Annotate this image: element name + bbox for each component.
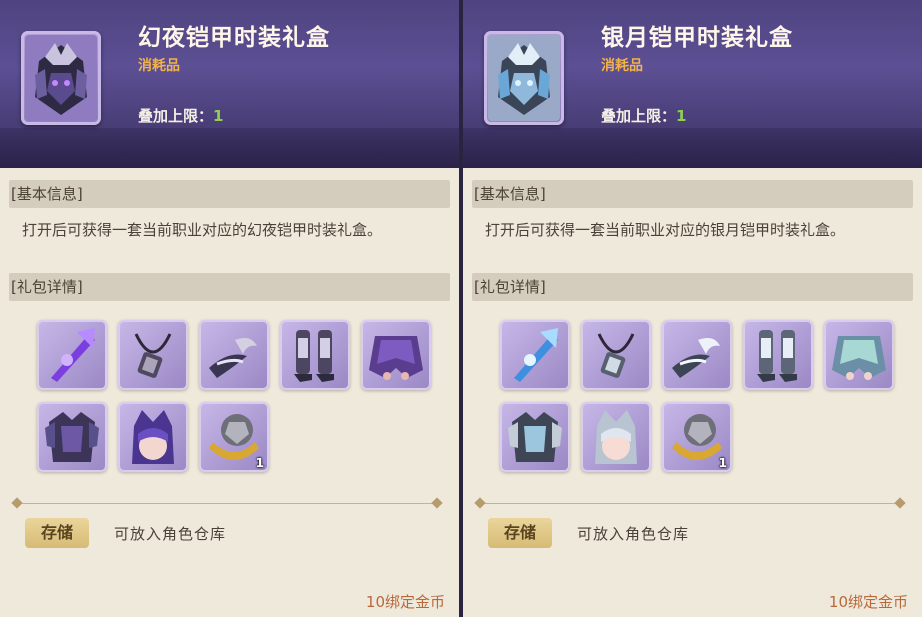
storage-text: 可放入角色仓库: [114, 525, 227, 543]
stack-limit-label: 叠加上限：: [138, 107, 214, 125]
pack-item-necklace[interactable]: [118, 320, 188, 390]
stack-limit-value: 1: [676, 107, 687, 125]
pack-item-count: 1: [718, 456, 727, 470]
item-tooltip-card-right: 银月铠甲时装礼盒 消耗品 叠加上限：1 [基本信息] 打开后可获得一套当前职业对…: [463, 0, 922, 617]
gift-box-icon: [484, 31, 564, 125]
pack-item-weapon[interactable]: [500, 320, 570, 390]
stack-limit-label: 叠加上限：: [601, 107, 677, 125]
divider-ornament-icon: [431, 497, 443, 509]
pack-item-armor[interactable]: [37, 402, 107, 472]
pack-item-armor[interactable]: [500, 402, 570, 472]
pack-item-hair[interactable]: [118, 402, 188, 472]
item-title: 银月铠甲时装礼盒: [601, 25, 793, 51]
storage-button[interactable]: 存储: [25, 518, 89, 548]
pack-item-ring[interactable]: 1: [662, 402, 732, 472]
divider-ornament-icon: [894, 497, 906, 509]
item-title: 幻夜铠甲时装礼盒: [138, 25, 330, 51]
item-price: 10绑定金币: [828, 593, 908, 611]
storage-button[interactable]: 存储: [488, 518, 552, 548]
divider-ornament-icon: [11, 497, 23, 509]
stack-limit: 叠加上限：1: [138, 105, 223, 126]
pack-item-boots[interactable]: [280, 320, 350, 390]
pack-item-boots[interactable]: [743, 320, 813, 390]
pack-item-skirt[interactable]: [361, 320, 431, 390]
stack-limit-value: 1: [213, 107, 224, 125]
item-tooltip-card-left: 幻夜铠甲时装礼盒 消耗品 叠加上限：1 [基本信息] 打开后可获得一套当前职业对…: [0, 0, 459, 617]
divider: [480, 503, 902, 504]
pack-item-ornament[interactable]: [199, 320, 269, 390]
item-type-tag: 消耗品: [601, 58, 643, 74]
pack-item-ring[interactable]: 1: [199, 402, 269, 472]
divider: [17, 503, 439, 504]
gift-box-icon: [21, 31, 101, 125]
item-price: 10绑定金币: [365, 593, 445, 611]
pack-item-hair[interactable]: [581, 402, 651, 472]
item-description: 打开后可获得一套当前职业对应的幻夜铠甲时装礼盒。: [22, 221, 383, 239]
pack-item-ornament[interactable]: [662, 320, 732, 390]
storage-text: 可放入角色仓库: [577, 525, 690, 543]
section-basic-info: [基本信息]: [472, 180, 913, 208]
pack-item-necklace[interactable]: [581, 320, 651, 390]
pack-item-count: 1: [255, 456, 264, 470]
pack-item-weapon[interactable]: [37, 320, 107, 390]
stack-limit: 叠加上限：1: [601, 105, 686, 126]
divider-ornament-icon: [474, 497, 486, 509]
section-pack-details: [礼包详情]: [472, 273, 913, 301]
item-type-tag: 消耗品: [138, 58, 180, 74]
item-description: 打开后可获得一套当前职业对应的银月铠甲时装礼盒。: [485, 221, 846, 239]
section-basic-info: [基本信息]: [9, 180, 450, 208]
pack-item-skirt[interactable]: [824, 320, 894, 390]
section-pack-details: [礼包详情]: [9, 273, 450, 301]
